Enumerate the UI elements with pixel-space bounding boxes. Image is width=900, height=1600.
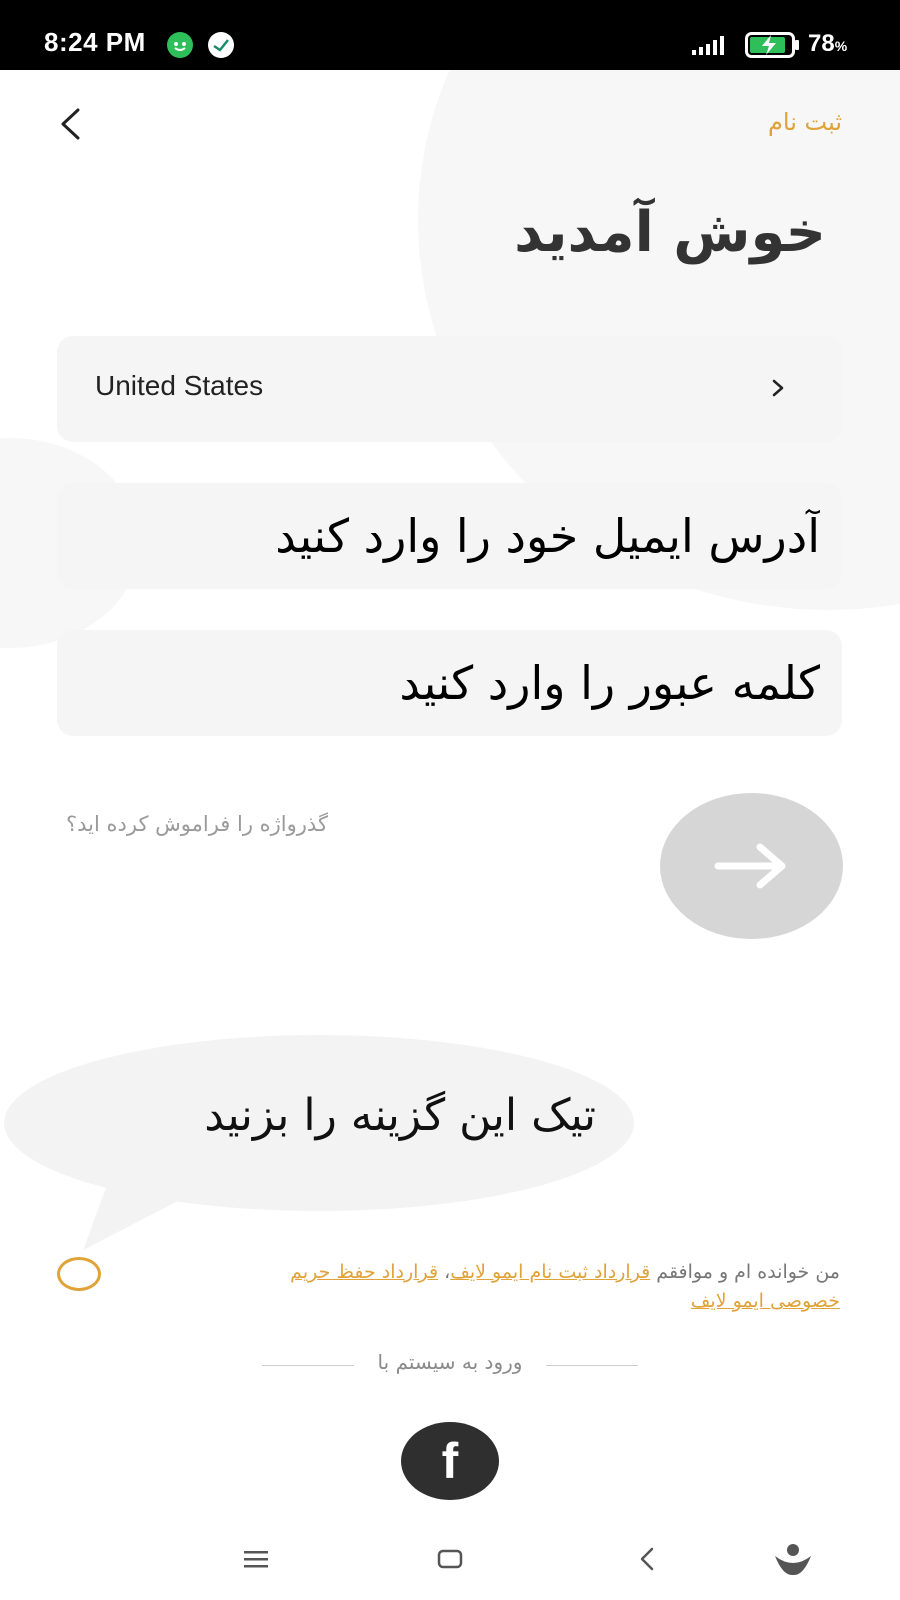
forgot-password-link[interactable]: گذرواژه را فراموش کرده اید؟ — [66, 812, 328, 836]
navigation-bar — [0, 1520, 900, 1600]
divider — [546, 1365, 638, 1366]
back-button[interactable] — [48, 102, 92, 146]
country-selector[interactable]: United States — [57, 336, 842, 442]
back-icon — [640, 1547, 654, 1571]
nav-home-button[interactable] — [425, 1534, 475, 1584]
agreement-prefix: من خوانده ام و موافقم — [650, 1261, 840, 1283]
email-field[interactable] — [57, 483, 842, 589]
agreement-checkbox[interactable] — [57, 1257, 101, 1291]
login-screen: 8:24 PM 78% ثبت نام خوش آمدید United Sta… — [0, 0, 900, 1600]
password-field-container — [57, 630, 842, 736]
facebook-login-button[interactable]: f — [401, 1422, 499, 1500]
page-title: خوش آمدید — [514, 200, 826, 265]
nav-back-button[interactable] — [622, 1534, 672, 1584]
agreement-separator: ، — [438, 1261, 451, 1283]
assistant-icon — [775, 1544, 811, 1576]
next-button[interactable] — [660, 793, 843, 939]
menu-icon — [244, 1551, 268, 1568]
battery-percentage: 78% — [808, 30, 848, 57]
signup-link[interactable]: ثبت نام — [768, 108, 842, 136]
terms-link[interactable]: قرارداد ثبت نام ایمو لایف — [450, 1261, 650, 1283]
chevron-right-icon — [772, 379, 784, 397]
notification-app-icon — [167, 32, 193, 58]
login-with-label: ورود به سیستم با — [377, 1350, 523, 1374]
notification-app-icon — [208, 32, 234, 58]
status-bar: 8:24 PM 78% — [0, 0, 900, 70]
battery-charging-icon — [745, 32, 799, 58]
nav-menu-button[interactable] — [231, 1534, 281, 1584]
nav-assistant-button[interactable] — [768, 1534, 818, 1584]
home-square-icon — [437, 1549, 463, 1569]
facebook-icon: f — [441, 1433, 459, 1489]
divider — [262, 1365, 354, 1366]
email-field-container — [57, 483, 842, 589]
callout-tail — [83, 1180, 219, 1250]
arrow-right-icon — [714, 843, 785, 889]
chevron-left-icon — [61, 108, 80, 140]
agreement-text: من خوانده ام و موافقم قرارداد ثبت نام ای… — [222, 1258, 840, 1316]
country-value: United States — [95, 370, 264, 401]
signal-icon — [692, 36, 724, 55]
status-time: 8:24 PM — [44, 27, 146, 57]
callout-text: تیک این گزینه را بزنید — [204, 1090, 596, 1141]
password-field[interactable] — [57, 630, 842, 736]
